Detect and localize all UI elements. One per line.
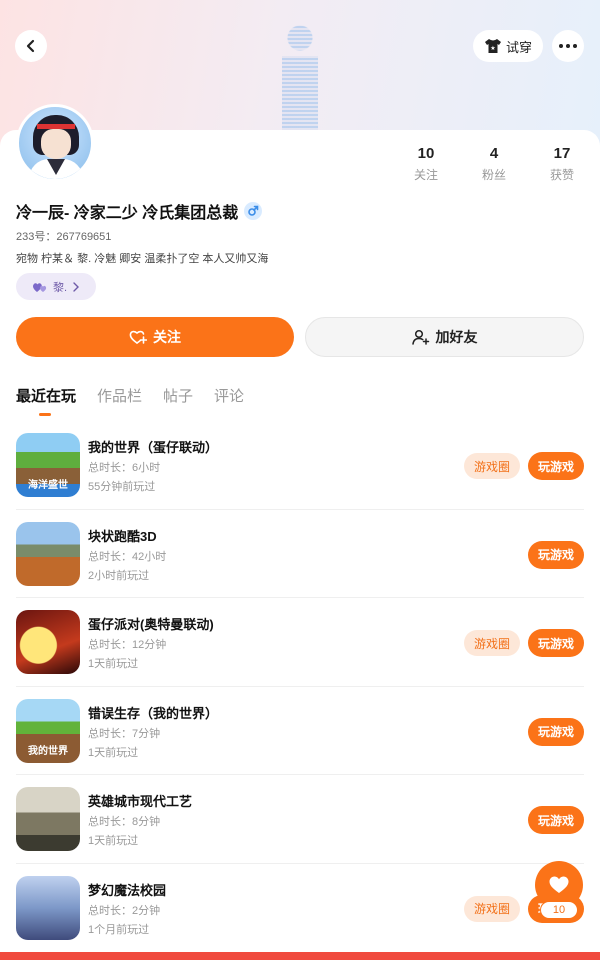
game-row[interactable]: 块状跑酷3D 总时长：42小时 2小时前玩过 玩游戏 [16,510,584,598]
user-bio: 宛物 柠某＆ 黎. 冷魅 卿安 温柔扑了空 本人又帅又海 [16,253,269,265]
game-total-time: 总时长：7分钟 [88,727,161,740]
game-last-played: 1天前玩过 [88,835,139,847]
shirt-icon: ★ [484,39,501,53]
game-total-time: 总时长：12分钟 [88,639,167,651]
game-last-played: 1天前玩过 [88,746,139,759]
game-last-played: 1个月前玩过 [88,923,150,936]
game-last-played: 2小时前玩过 [88,569,150,582]
back-button[interactable] [15,30,47,62]
game-circle-button[interactable]: 游戏圈 [464,630,520,656]
stat-following[interactable]: 10 关注 [396,145,456,183]
nickname: 冷一辰- 冷家二少 冷氏集团总裁 [16,199,263,223]
recent-games-list: 海洋盛世 我的世界（蛋仔联动） 总时长：6小时 55分钟前玩过 游戏圈 玩游戏 … [0,421,600,952]
svg-text:★: ★ [490,45,495,52]
user-id: 233号：267769651 [16,231,112,243]
stat-value: 10 [417,145,435,162]
avatar[interactable] [16,104,94,182]
try-on-button[interactable]: ★ 试穿 [473,30,543,62]
game-last-played: 1天前玩过 [88,658,139,670]
game-icon-magic-school[interactable] [16,875,80,940]
stat-label: 关注 [413,168,438,182]
stat-value: 17 [553,145,571,162]
bottom-edge-bar [0,952,600,960]
game-row[interactable]: 梦幻魔法校园 总时长：2分钟 1个月前玩过 游戏圈 玩游戏 [16,864,584,953]
like-count-badge: 10 [540,901,578,919]
game-name: 梦幻魔法校园 [88,882,167,898]
game-row[interactable]: 我的世界 错误生存（我的世界） 总时长：7分钟 1天前玩过 玩游戏 [16,687,584,775]
stat-label: 获赞 [549,168,574,182]
follow-label: 关注 [153,329,181,345]
double-heart-icon [32,282,47,292]
tab-recently-played[interactable]: 最近在玩 [16,385,76,407]
tab-comments[interactable]: 评论 [214,385,244,407]
play-game-button[interactable]: 玩游戏 [528,452,584,480]
tab-posts[interactable]: 帖子 [163,385,193,407]
relation-tag[interactable]: 黎. [16,273,96,300]
chevron-left-icon [26,39,35,53]
heart-plus-icon [129,330,147,344]
try-on-label: 试穿 [505,39,532,55]
game-circle-button[interactable]: 游戏圈 [464,895,520,922]
game-icon-hero-city[interactable] [16,787,80,851]
heart-icon [549,876,569,893]
follow-button[interactable]: 关注 [16,317,294,357]
game-row[interactable]: 英雄城市现代工艺 总时长：8分钟 1天前玩过 玩游戏 [16,775,584,864]
chevron-right-icon [73,281,80,292]
active-tab-indicator [39,413,51,416]
more-dots-icon [559,44,563,48]
game-name: 英雄城市现代工艺 [88,794,193,809]
play-game-button[interactable]: 玩游戏 [528,717,584,746]
add-user-icon [411,329,429,345]
tab-works[interactable]: 作品栏 [97,385,142,407]
stat-followers[interactable]: 4 粉丝 [464,145,524,183]
more-options-button[interactable] [552,30,584,62]
game-name: 块状跑酷3D [88,528,157,544]
game-total-time: 总时长：2分钟 [88,904,161,917]
game-total-time: 总时长：6小时 [88,462,161,474]
game-row[interactable]: 海洋盛世 我的世界（蛋仔联动） 总时长：6小时 55分钟前玩过 游戏圈 玩游戏 [16,421,584,510]
game-total-time: 总时长：42小时 [88,550,167,563]
game-name: 蛋仔派对(奥特曼联动) [88,617,214,632]
game-circle-button[interactable]: 游戏圈 [464,453,520,479]
stat-likes[interactable]: 17 获赞 [532,145,592,183]
game-name: 我的世界（蛋仔联动） [88,440,219,455]
avatar-figure-silhouette [268,22,332,132]
relation-tag-label: 黎. [52,281,68,294]
game-icon-parkour[interactable] [16,521,80,586]
add-friend-label: 加好友 [435,329,478,345]
game-name: 错误生存（我的世界） [88,705,219,721]
play-game-button[interactable]: 玩游戏 [528,540,584,569]
game-icon-survival[interactable]: 我的世界 [16,698,80,763]
play-game-button[interactable]: 玩游戏 [528,629,584,657]
game-total-time: 总时长：8分钟 [88,816,161,828]
profile-tabs: 最近在玩 作品栏 帖子 评论 [16,385,244,407]
nickname-text: 冷一辰- 冷家二少 冷氏集团总裁 [16,205,239,222]
profile-stats: 10 关注 4 粉丝 17 获赞 [390,145,600,185]
stat-value: 4 [489,145,499,162]
play-game-button[interactable]: 玩游戏 [528,806,584,834]
game-row[interactable]: 蛋仔派对(奥特曼联动) 总时长：12分钟 1天前玩过 游戏圈 玩游戏 [16,598,584,687]
stat-label: 粉丝 [481,168,506,182]
game-icon-eggy-party[interactable] [16,610,80,674]
male-gender-icon [244,202,263,220]
game-last-played: 55分钟前玩过 [88,481,156,493]
game-icon-minecraft[interactable]: 海洋盛世 [16,433,80,497]
add-friend-button[interactable]: 加好友 [305,317,584,357]
